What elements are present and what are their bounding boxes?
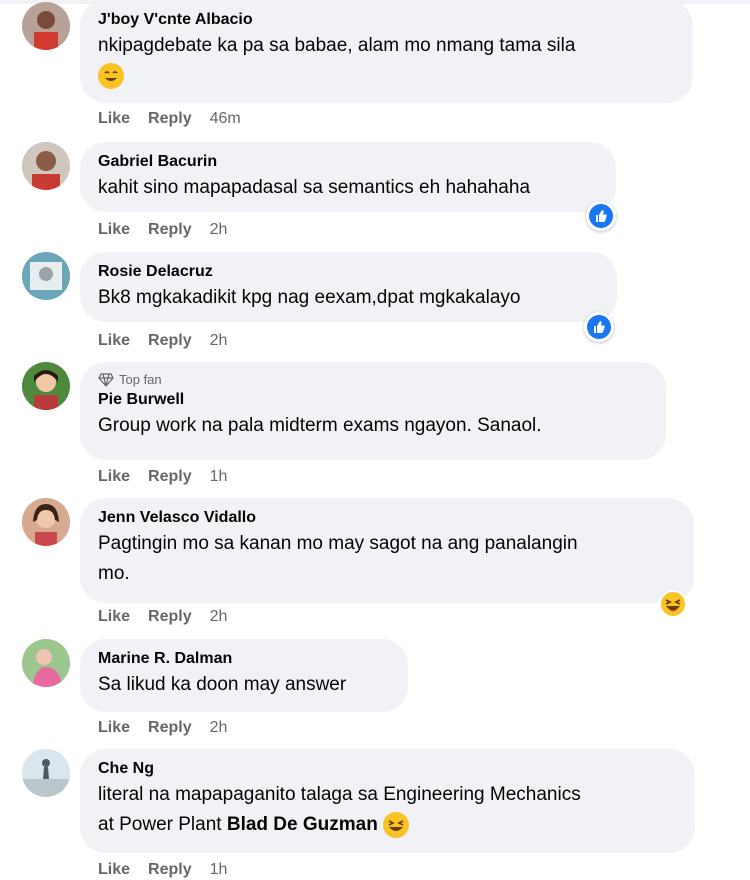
comment-text: literal na mapapaganito talaga sa Engine… (98, 780, 677, 840)
like-button[interactable]: Like (98, 607, 130, 627)
author-name[interactable]: Jenn Velasco Vidallo (98, 507, 676, 529)
comment-text: Bk8 mgkakadikit kpg nag eexam,dpat mgkak… (98, 287, 521, 308)
comment-actions: Like Reply 1h (98, 860, 227, 880)
timestamp[interactable]: 2h (210, 718, 228, 738)
like-button[interactable]: Like (98, 860, 130, 880)
comment-bubble: J'boy V'cnte Albacio nkipagdebate ka pa … (80, 0, 693, 103)
smiling-emoji-icon (98, 62, 124, 89)
mention-link[interactable]: Blad De Guzman (227, 814, 378, 835)
comment-actions: Like Reply 46m (98, 109, 241, 129)
laughing-emoji-icon (659, 590, 687, 618)
avatar[interactable] (22, 639, 70, 687)
reply-button[interactable]: Reply (148, 718, 192, 738)
avatar[interactable] (22, 252, 70, 300)
diamond-icon (98, 373, 114, 387)
laughing-emoji-icon (383, 811, 410, 838)
like-button[interactable]: Like (98, 220, 130, 240)
like-button[interactable]: Like (98, 467, 130, 487)
avatar[interactable] (22, 362, 70, 410)
top-fan-badge[interactable]: Top fan (98, 371, 648, 389)
avatar[interactable] (22, 498, 70, 546)
like-icon (587, 315, 611, 339)
reaction-count[interactable] (586, 201, 616, 231)
like-button[interactable]: Like (98, 718, 130, 738)
comment-text: Pagtingin mo sa kanan mo may sagot na an… (98, 533, 578, 584)
timestamp[interactable]: 2h (210, 607, 228, 627)
comment-actions: Like Reply 2h (98, 718, 227, 738)
like-icon (589, 204, 613, 228)
author-name[interactable]: Gabriel Bacurin (98, 151, 598, 173)
comment-actions: Like Reply 2h (98, 220, 227, 240)
comment-bubble: Top fan Pie Burwell Group work na pala m… (80, 362, 666, 460)
timestamp[interactable]: 1h (210, 860, 228, 880)
author-name[interactable]: Pie Burwell (98, 389, 648, 411)
timestamp[interactable]: 2h (210, 220, 228, 240)
reply-button[interactable]: Reply (148, 467, 192, 487)
comment-bubble: Che Ng literal na mapapaganito talaga sa… (80, 749, 695, 853)
comment-bubble: Rosie Delacruz Bk8 mgkakadikit kpg nag e… (80, 252, 617, 322)
reaction-count[interactable] (658, 589, 688, 619)
comment-actions: Like Reply 2h (98, 331, 227, 351)
top-fan-label: Top fan (119, 372, 162, 387)
author-name[interactable]: Marine R. Dalman (98, 648, 390, 670)
author-name[interactable]: Rosie Delacruz (98, 261, 599, 283)
reply-button[interactable]: Reply (148, 109, 192, 129)
comment-actions: Like Reply 1h (98, 467, 227, 487)
comment-bubble: Jenn Velasco Vidallo Pagtingin mo sa kan… (80, 498, 694, 603)
reply-button[interactable]: Reply (148, 331, 192, 351)
reply-button[interactable]: Reply (148, 607, 192, 627)
reaction-count[interactable] (584, 312, 614, 342)
avatar[interactable] (22, 2, 70, 50)
comment-bubble: Gabriel Bacurin kahit sino mapapadasal s… (80, 142, 616, 212)
timestamp[interactable]: 46m (210, 109, 241, 129)
reply-button[interactable]: Reply (148, 220, 192, 240)
like-button[interactable]: Like (98, 331, 130, 351)
timestamp[interactable]: 1h (210, 467, 228, 487)
comment-bubble: Marine R. Dalman Sa likud ka doon may an… (80, 639, 408, 712)
avatar[interactable] (22, 142, 70, 190)
comment-text: Sa likud ka doon may answer (98, 674, 347, 695)
comment-actions: Like Reply 2h (98, 607, 227, 627)
avatar[interactable] (22, 749, 70, 797)
author-name[interactable]: J'boy V'cnte Albacio (98, 9, 675, 31)
comment-text: kahit sino mapapadasal sa semantics eh h… (98, 177, 531, 198)
comment-text: nkipagdebate ka pa sa babae, alam mo nma… (98, 35, 576, 56)
comment-text: Group work na pala midterm exams ngayon.… (98, 415, 542, 436)
reply-button[interactable]: Reply (148, 860, 192, 880)
author-name[interactable]: Che Ng (98, 758, 677, 780)
like-button[interactable]: Like (98, 109, 130, 129)
timestamp[interactable]: 2h (210, 331, 228, 351)
